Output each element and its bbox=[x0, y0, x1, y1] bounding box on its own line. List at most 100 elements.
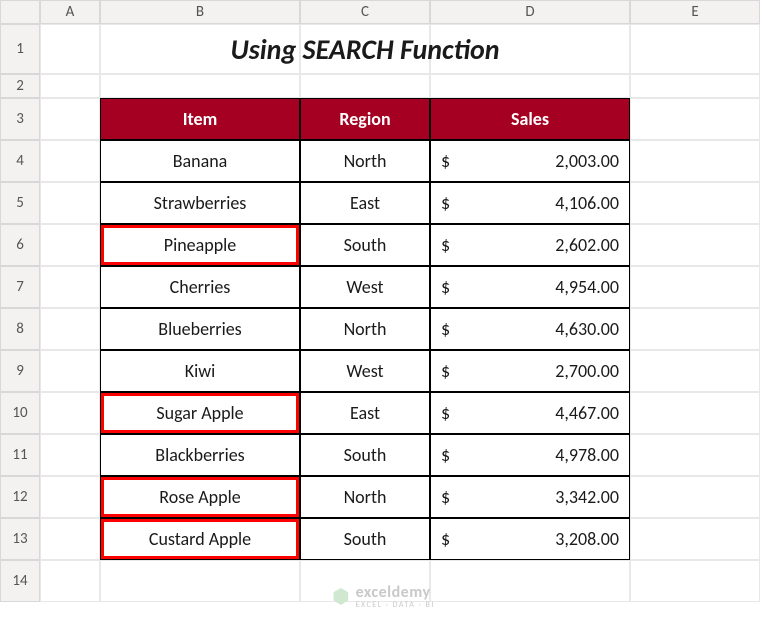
sales-value: 2,700.00 bbox=[555, 360, 619, 382]
cell[interactable] bbox=[40, 24, 100, 74]
table-header-item[interactable]: Item bbox=[100, 98, 300, 140]
cell[interactable] bbox=[630, 224, 760, 266]
region-cell[interactable]: East bbox=[300, 182, 430, 224]
column-header-e[interactable]: E bbox=[630, 0, 760, 24]
sales-value: 4,467.00 bbox=[555, 402, 619, 424]
region-cell[interactable]: East bbox=[300, 392, 430, 434]
row-header-8[interactable]: 8 bbox=[0, 308, 40, 350]
sales-cell[interactable]: $4,106.00 bbox=[430, 182, 630, 224]
cell[interactable] bbox=[300, 560, 430, 602]
cell[interactable] bbox=[40, 476, 100, 518]
spreadsheet-grid[interactable]: ABCDE1234567891011121314Using SEARCH Fun… bbox=[0, 0, 760, 602]
cell[interactable] bbox=[430, 560, 630, 602]
item-cell[interactable]: Sugar Apple bbox=[100, 392, 300, 434]
cell[interactable] bbox=[630, 518, 760, 560]
sales-cell[interactable]: $3,342.00 bbox=[430, 476, 630, 518]
currency-symbol: $ bbox=[441, 360, 450, 382]
cell[interactable] bbox=[40, 392, 100, 434]
sales-cell[interactable]: $2,602.00 bbox=[430, 224, 630, 266]
cell[interactable] bbox=[40, 224, 100, 266]
cell[interactable] bbox=[40, 98, 100, 140]
row-header-3[interactable]: 3 bbox=[0, 98, 40, 140]
cell[interactable] bbox=[630, 476, 760, 518]
sales-value: 4,106.00 bbox=[555, 192, 619, 214]
item-cell[interactable]: Kiwi bbox=[100, 350, 300, 392]
sales-cell[interactable]: $4,954.00 bbox=[430, 266, 630, 308]
cell[interactable] bbox=[630, 560, 760, 602]
column-header-c[interactable]: C bbox=[300, 0, 430, 24]
currency-symbol: $ bbox=[441, 234, 450, 256]
sales-cell[interactable]: $2,003.00 bbox=[430, 140, 630, 182]
cell[interactable] bbox=[630, 140, 760, 182]
sales-cell[interactable]: $2,700.00 bbox=[430, 350, 630, 392]
item-cell[interactable]: Blueberries bbox=[100, 308, 300, 350]
currency-symbol: $ bbox=[441, 528, 450, 550]
cell[interactable] bbox=[300, 74, 430, 98]
cell[interactable] bbox=[40, 434, 100, 476]
cell[interactable] bbox=[40, 74, 100, 98]
region-cell[interactable]: South bbox=[300, 518, 430, 560]
cell[interactable] bbox=[40, 182, 100, 224]
table-header-region[interactable]: Region bbox=[300, 98, 430, 140]
cell[interactable] bbox=[630, 74, 760, 98]
currency-symbol: $ bbox=[441, 150, 450, 172]
cell[interactable] bbox=[630, 266, 760, 308]
item-cell[interactable]: Strawberries bbox=[100, 182, 300, 224]
cell[interactable] bbox=[40, 518, 100, 560]
cell[interactable] bbox=[40, 560, 100, 602]
cell[interactable] bbox=[40, 266, 100, 308]
region-cell[interactable]: North bbox=[300, 308, 430, 350]
row-header-12[interactable]: 12 bbox=[0, 476, 40, 518]
region-cell[interactable]: West bbox=[300, 266, 430, 308]
row-header-7[interactable]: 7 bbox=[0, 266, 40, 308]
currency-symbol: $ bbox=[441, 192, 450, 214]
column-header-d[interactable]: D bbox=[430, 0, 630, 24]
row-header-4[interactable]: 4 bbox=[0, 140, 40, 182]
cell[interactable] bbox=[40, 350, 100, 392]
region-cell[interactable]: West bbox=[300, 350, 430, 392]
column-header-b[interactable]: B bbox=[100, 0, 300, 24]
cell[interactable] bbox=[630, 182, 760, 224]
sales-cell[interactable]: $3,208.00 bbox=[430, 518, 630, 560]
row-header-13[interactable]: 13 bbox=[0, 518, 40, 560]
cell[interactable] bbox=[630, 434, 760, 476]
row-header-11[interactable]: 11 bbox=[0, 434, 40, 476]
item-cell[interactable]: Custard Apple bbox=[100, 518, 300, 560]
cell[interactable] bbox=[630, 350, 760, 392]
row-header-6[interactable]: 6 bbox=[0, 224, 40, 266]
item-cell[interactable]: Blackberries bbox=[100, 434, 300, 476]
item-cell[interactable]: Rose Apple bbox=[100, 476, 300, 518]
row-header-5[interactable]: 5 bbox=[0, 182, 40, 224]
cell[interactable] bbox=[630, 392, 760, 434]
region-cell[interactable]: South bbox=[300, 224, 430, 266]
region-cell[interactable]: North bbox=[300, 140, 430, 182]
row-header-9[interactable]: 9 bbox=[0, 350, 40, 392]
cell[interactable] bbox=[630, 98, 760, 140]
row-header-10[interactable]: 10 bbox=[0, 392, 40, 434]
cell[interactable] bbox=[100, 560, 300, 602]
cell[interactable] bbox=[100, 74, 300, 98]
cell[interactable] bbox=[40, 140, 100, 182]
cell[interactable] bbox=[40, 308, 100, 350]
select-all-corner[interactable] bbox=[0, 0, 40, 24]
item-cell[interactable]: Cherries bbox=[100, 266, 300, 308]
sales-cell[interactable]: $4,467.00 bbox=[430, 392, 630, 434]
region-cell[interactable]: North bbox=[300, 476, 430, 518]
cell[interactable] bbox=[630, 24, 760, 74]
sales-cell[interactable]: $4,978.00 bbox=[430, 434, 630, 476]
item-cell[interactable]: Pineapple bbox=[100, 224, 300, 266]
currency-symbol: $ bbox=[441, 444, 450, 466]
table-header-sales[interactable]: Sales bbox=[430, 98, 630, 140]
cell[interactable] bbox=[430, 74, 630, 98]
item-cell[interactable]: Banana bbox=[100, 140, 300, 182]
sales-value: 4,630.00 bbox=[555, 318, 619, 340]
sales-cell[interactable]: $4,630.00 bbox=[430, 308, 630, 350]
currency-symbol: $ bbox=[441, 486, 450, 508]
region-cell[interactable]: South bbox=[300, 434, 430, 476]
cell[interactable] bbox=[630, 308, 760, 350]
row-header-14[interactable]: 14 bbox=[0, 560, 40, 602]
row-header-1[interactable]: 1 bbox=[0, 24, 40, 74]
page-title[interactable]: Using SEARCH Function bbox=[100, 24, 630, 74]
column-header-a[interactable]: A bbox=[40, 0, 100, 24]
row-header-2[interactable]: 2 bbox=[0, 74, 40, 98]
